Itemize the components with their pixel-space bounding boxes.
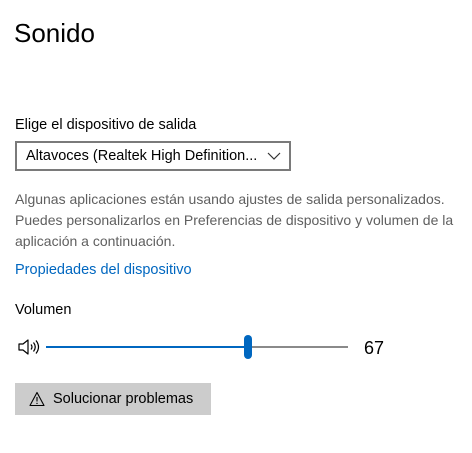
output-device-label: Elige el dispositivo de salida	[15, 117, 197, 133]
volume-value: 67	[364, 338, 385, 358]
output-device-selected: Altavoces (Realtek High Definition...	[26, 148, 258, 164]
speaker-icon[interactable]	[17, 338, 41, 356]
troubleshoot-button[interactable]: Solucionar problemas	[15, 383, 211, 415]
output-description: Algunas aplicaciones están usando ajuste…	[15, 191, 454, 249]
page-title: Sonido	[14, 18, 95, 48]
sound-settings-page: Sonido Elige el dispositivo de salida Al…	[0, 0, 472, 453]
volume-slider-fill	[46, 346, 249, 348]
volume-slider-thumb[interactable]	[244, 335, 253, 359]
warning-icon	[29, 391, 45, 407]
volume-label: Volumen	[15, 302, 72, 318]
volume-slider[interactable]	[46, 333, 348, 361]
output-device-dropdown[interactable]: Altavoces (Realtek High Definition...	[15, 141, 291, 171]
device-properties-link[interactable]: Propiedades del dispositivo	[15, 261, 192, 279]
volume-row: 67	[15, 333, 455, 361]
troubleshoot-label: Solucionar problemas	[53, 391, 194, 407]
chevron-down-icon	[267, 149, 281, 163]
